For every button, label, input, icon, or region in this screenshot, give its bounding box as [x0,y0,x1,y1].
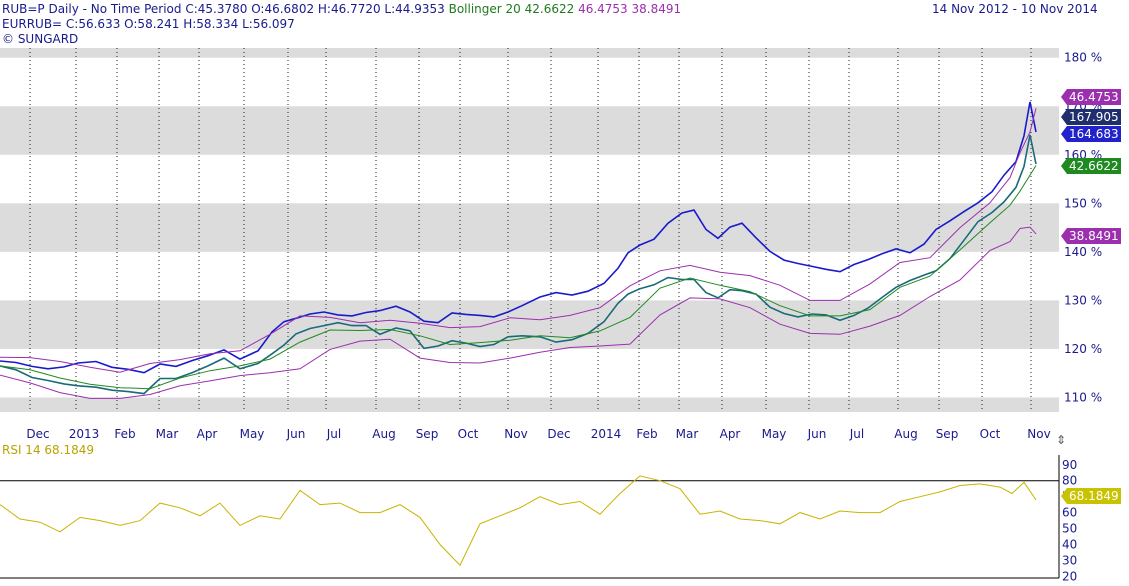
value-badge-label: 164.683 [1069,127,1119,141]
rsi-label: RSI 14 68.1849 [2,443,95,457]
value-badge: 38.8491 [1061,228,1121,244]
grid-band [0,106,1059,155]
x-tick-label: Jul [326,427,341,441]
x-tick-label: Feb [636,427,657,441]
grid-band [0,203,1059,252]
value-badge-label: 42.6622 [1069,159,1119,173]
x-tick-label: Mar [156,427,179,441]
value-badge: 42.6622 [1061,158,1121,174]
x-tick-label: Dec [547,427,570,441]
value-badge-bg [1061,126,1121,142]
value-badge: 68.1849 [1061,488,1121,504]
y-tick-label: 150 % [1064,196,1102,210]
series-eurrub- [0,101,1037,374]
value-badge-bg [1061,89,1121,105]
x-tick-label: Apr [720,427,741,441]
rsi-y-tick-label: 70 [1062,490,1077,504]
value-badge-label: 38.8491 [1069,229,1119,243]
grid-band [0,300,1059,349]
value-badge: 167.905 [1061,109,1121,125]
value-badge: 164.683 [1061,126,1121,142]
grid-band [0,48,1059,58]
rsi-y-tick-label: 90 [1062,458,1077,472]
x-tick-label: Feb [114,427,135,441]
x-tick-label: Apr [197,427,218,441]
y-tick-label: 110 % [1064,390,1102,404]
series-rsi-14 [0,475,1037,567]
series-rub-p [0,134,1037,395]
x-tick-label: Nov [1027,427,1050,441]
series-bollinger-20 [0,165,1037,390]
x-tick-label: May [762,427,787,441]
x-tick-label: Sep [416,427,439,441]
x-tick-label: Nov [504,427,527,441]
x-tick-label: Sep [936,427,959,441]
y-tick-label: 140 % [1064,245,1102,259]
header-line2: EURRUB= C:56.633 O:58.241 H:58.334 L:56.… [2,17,295,31]
rsi-y-tick-label: 30 [1062,553,1077,567]
y-tick-label: 120 % [1064,342,1102,356]
value-badge-label: 68.1849 [1069,489,1119,503]
rsi-y-tick-label: 80 [1062,474,1077,488]
date-range: 14 Nov 2012 - 10 Nov 2014 [932,2,1098,16]
y-tick-label: 180 % [1064,51,1102,65]
y-tick-label: 130 % [1064,293,1102,307]
y-tick-label: 160 % [1064,148,1102,162]
x-tick-label: Dec [26,427,49,441]
x-tick-label: Mar [676,427,699,441]
bollinger-upper-label: 46.4753 [578,2,628,16]
x-tick-label: 2013 [69,427,100,441]
y-tick-label: 170 % [1064,99,1102,113]
header-line1: RUB=P Daily - No Time Period C:45.3780 O… [2,2,681,16]
grid-band [0,397,1059,412]
rsi-y-tick-label: 60 [1062,506,1077,520]
copyright: © SUNGARD [2,32,79,46]
bollinger-lower-label: 38.8491 [631,2,682,16]
value-badge: 46.4753 [1061,89,1121,105]
bollinger-label: Bollinger 20 42.6622 [448,2,575,16]
rsi-y-tick-label: 50 [1062,522,1077,536]
symbol-quote: RUB=P Daily - No Time Period C:45.3780 O… [2,2,445,16]
value-badge-label: 167.905 [1069,110,1119,124]
rsi-y-tick-label: 20 [1062,569,1077,583]
x-tick-label: Aug [372,427,395,441]
x-tick-label: Jun [807,427,827,441]
x-tick-label: Oct [458,427,479,441]
value-badge-bg [1061,228,1121,244]
x-tick-label: May [240,427,265,441]
series-bollinger-lower [0,226,1037,399]
x-tick-label: Jun [286,427,306,441]
value-badge-bg [1061,158,1121,174]
pane-resize-icon[interactable]: ⇕ [1056,433,1066,447]
price-chart: 110 % 120 % 130 % 140 % 150 % 160 % 170 % 180 %… [0,48,1121,583]
x-tick-label: Aug [894,427,917,441]
value-badge-bg [1061,109,1121,125]
series-bollinger-upper [0,108,1037,373]
value-badge-bg [1061,488,1121,504]
rsi-y-tick-label: 40 [1062,538,1077,552]
x-tick-label: 2014 [591,427,622,441]
x-tick-label: Jul [849,427,864,441]
x-tick-label: Oct [980,427,1001,441]
value-badge-label: 46.4753 [1069,90,1119,104]
